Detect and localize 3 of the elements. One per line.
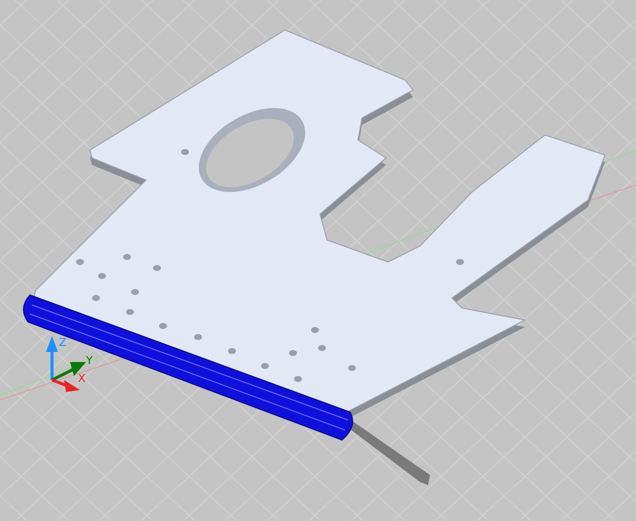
axis-label: Y xyxy=(86,354,93,367)
axis-label: Z xyxy=(59,336,67,349)
axis-label: X xyxy=(78,372,86,385)
